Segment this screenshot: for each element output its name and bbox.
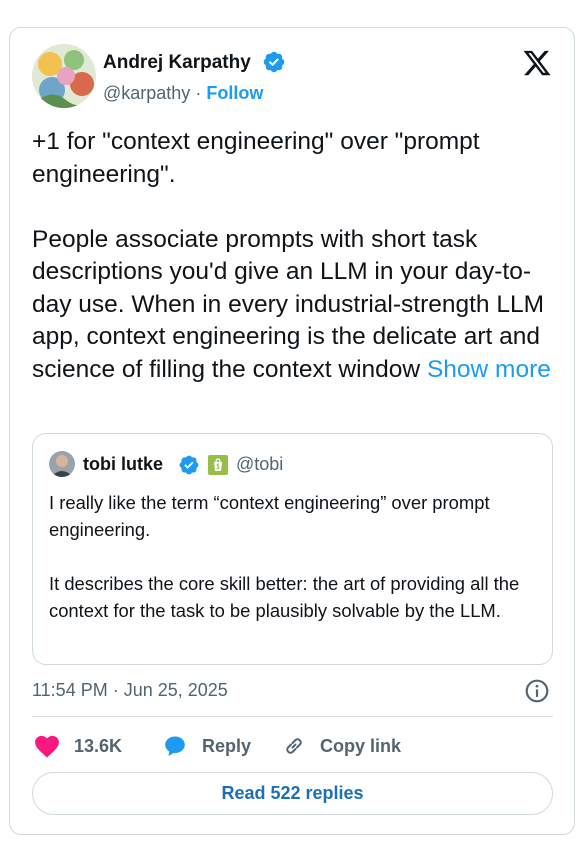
- handle-separator: ·: [195, 83, 202, 103]
- tweet-body: +1 for "context engineering" over "promp…: [32, 126, 557, 386]
- quoted-tweet[interactable]: tobi lutke @tobi I really like the term …: [32, 433, 553, 665]
- info-icon[interactable]: [524, 678, 550, 704]
- copy-link-button[interactable]: Copy link: [282, 731, 401, 761]
- author-handle-line: @karpathy · Follow: [103, 83, 263, 104]
- link-icon: [286, 738, 302, 754]
- author-name[interactable]: Andrej Karpathy: [103, 52, 251, 74]
- divider: [32, 716, 553, 717]
- author-avatar[interactable]: [32, 44, 96, 108]
- x-logo-icon[interactable]: [522, 48, 552, 78]
- copy-link-label: Copy link: [320, 735, 402, 756]
- quoted-author-handle[interactable]: @tobi: [236, 454, 283, 475]
- verified-badge-icon: [263, 51, 285, 73]
- tweet-timestamp[interactable]: 11:54 PM · Jun 25, 2025: [32, 680, 228, 701]
- tweet-text: +1 for "context engineering" over "promp…: [32, 128, 545, 383]
- quoted-author-name[interactable]: tobi lutke: [83, 454, 163, 475]
- reply-button[interactable]: Reply: [162, 731, 251, 761]
- author-handle[interactable]: @karpathy: [103, 83, 190, 103]
- shopify-icon: [208, 455, 228, 475]
- quoted-author-avatar[interactable]: [49, 451, 75, 477]
- quoted-tweet-text: I really like the term “context engineer…: [49, 492, 520, 621]
- reply-bubble-icon: [165, 736, 185, 756]
- reply-label: Reply: [202, 735, 252, 756]
- show-more-link[interactable]: Show more: [427, 356, 551, 383]
- tweet-embed-card: Andrej Karpathy @karpathy · Follow +1 fo…: [9, 27, 575, 835]
- verified-badge-icon: [179, 455, 199, 475]
- read-replies-button[interactable]: Read 522 replies: [32, 772, 553, 815]
- like-count: 13.6K: [74, 735, 123, 756]
- like-button[interactable]: 13.6K: [34, 731, 122, 761]
- heart-icon: [35, 735, 59, 758]
- follow-button[interactable]: Follow: [206, 83, 263, 103]
